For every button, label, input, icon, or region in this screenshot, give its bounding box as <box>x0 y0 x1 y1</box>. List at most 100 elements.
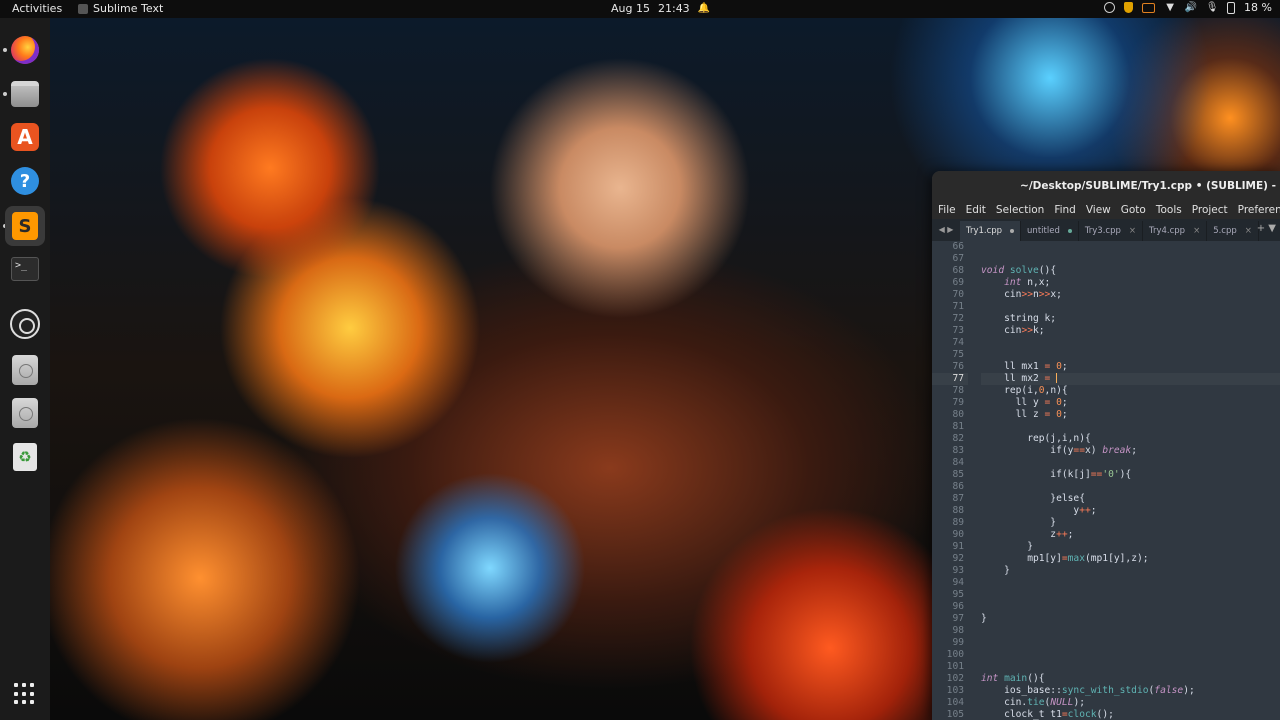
obs-tray-icon[interactable] <box>1104 2 1116 13</box>
code-line[interactable] <box>981 337 1280 349</box>
line-number: 72 <box>952 313 964 324</box>
dock-disk-2[interactable] <box>5 393 45 433</box>
bell-icon: 🔔 <box>697 3 710 14</box>
volume-icon[interactable]: 🔊 <box>1185 1 1197 14</box>
code-line[interactable]: int n,x; <box>981 277 1280 289</box>
unsaved-dot-icon[interactable] <box>1067 229 1072 233</box>
code-line[interactable] <box>981 601 1280 613</box>
menu-goto[interactable]: Goto <box>1121 202 1146 219</box>
line-number: 101 <box>946 661 964 672</box>
code-line[interactable] <box>981 589 1280 601</box>
line-number: 84 <box>952 457 964 468</box>
code-line[interactable]: }else{ <box>981 493 1280 505</box>
code-line[interactable]: } <box>981 613 1280 625</box>
tab-try4[interactable]: Try4.cpp × <box>1143 221 1208 241</box>
menu-project[interactable]: Project <box>1192 202 1228 219</box>
code-line[interactable]: if(y==x) break; <box>981 445 1280 457</box>
menu-file[interactable]: File <box>938 202 956 219</box>
tab-label: 5.cpp <box>1213 226 1237 236</box>
code-line[interactable]: y++; <box>981 505 1280 517</box>
tab-actions[interactable]: + ▼ <box>1257 223 1276 234</box>
activities-button[interactable]: Activities <box>12 2 62 15</box>
code-editor[interactable]: 66 67 68 69 70 71 72 73 74 75 76 77 78 79 80 81 82 83 84 85… <box>932 241 1280 720</box>
mic-muted-icon[interactable]: 🎙 <box>1206 1 1219 14</box>
line-number: 67 <box>952 253 964 264</box>
unsaved-dot-icon[interactable] <box>1010 229 1015 233</box>
trash-icon: ♻ <box>13 443 37 471</box>
code-line[interactable]: int main(){ <box>981 673 1280 685</box>
tab-5[interactable]: 5.cpp × <box>1207 221 1259 241</box>
clock[interactable]: Aug 15 21:43 🔔 <box>611 2 710 15</box>
code-line[interactable] <box>981 457 1280 469</box>
code-line[interactable]: ll mx1 = 0; <box>981 361 1280 373</box>
dock-disk-1[interactable] <box>5 350 45 390</box>
code-line[interactable] <box>981 637 1280 649</box>
system-tray[interactable]: ▼ 🔊 🎙 18 % <box>1104 1 1272 14</box>
code-line[interactable]: mp1[y]=max(mp1[y],z); <box>981 553 1280 565</box>
battery-icon[interactable] <box>1227 1 1236 14</box>
code-line[interactable] <box>981 301 1280 313</box>
top-bar: Activities Sublime Text Aug 15 21:43 🔔 ▼… <box>0 0 1280 18</box>
tab-scroll-arrows[interactable]: ◀ ▶ <box>932 219 960 241</box>
close-icon[interactable]: × <box>1245 226 1252 236</box>
menu-find[interactable]: Find <box>1054 202 1076 219</box>
screen-share-icon[interactable] <box>1142 2 1156 13</box>
code-line[interactable]: cin>>n>>x; <box>981 289 1280 301</box>
menu-tools[interactable]: Tools <box>1156 202 1182 219</box>
dock-trash[interactable]: ♻ <box>5 437 45 477</box>
code-line[interactable]: ll z = 0; <box>981 409 1280 421</box>
close-icon[interactable]: × <box>1193 226 1200 236</box>
dock-terminal[interactable]: >_ <box>5 249 45 289</box>
tab-untitled[interactable]: untitled <box>1021 221 1079 241</box>
code-line[interactable]: clock_t t1=clock(); <box>981 709 1280 720</box>
dock-files[interactable] <box>5 74 45 114</box>
dock-sublime[interactable]: S <box>5 206 45 246</box>
code-line[interactable]: } <box>981 541 1280 553</box>
code-line[interactable] <box>981 241 1280 253</box>
code-line[interactable]: ll mx2 = <box>981 373 1280 385</box>
code-line[interactable] <box>981 649 1280 661</box>
code-line[interactable]: } <box>981 517 1280 529</box>
code-line[interactable] <box>981 661 1280 673</box>
code-line[interactable]: cin>>k; <box>981 325 1280 337</box>
code-line[interactable]: cin.tie(NULL); <box>981 697 1280 709</box>
line-number: 79 <box>952 397 964 408</box>
line-number: 88 <box>952 505 964 516</box>
show-applications-button[interactable] <box>5 674 45 714</box>
app-menu[interactable]: Sublime Text <box>78 2 163 15</box>
code-line[interactable] <box>981 253 1280 265</box>
obs-icon <box>10 309 40 339</box>
code-line[interactable]: rep(j,i,n){ <box>981 433 1280 445</box>
code-line[interactable] <box>981 481 1280 493</box>
code-line[interactable] <box>981 349 1280 361</box>
code-line[interactable]: string k; <box>981 313 1280 325</box>
line-number: 90 <box>952 529 964 540</box>
dock-obs[interactable] <box>5 304 45 344</box>
line-number: 66 <box>952 241 964 252</box>
code-line[interactable]: if(k[j]=='0'){ <box>981 469 1280 481</box>
tab-try3[interactable]: Try3.cpp × <box>1079 221 1144 241</box>
code-line[interactable]: } <box>981 565 1280 577</box>
menu-selection[interactable]: Selection <box>996 202 1044 219</box>
code-line[interactable]: ios_base::sync_with_stdio(false); <box>981 685 1280 697</box>
window-title[interactable]: ~/Desktop/SUBLIME/Try1.cpp • (SUBLIME) - <box>932 171 1280 202</box>
code-line[interactable]: ll y = 0; <box>981 397 1280 409</box>
code-line[interactable] <box>981 577 1280 589</box>
code-line[interactable] <box>981 421 1280 433</box>
code-line[interactable]: rep(i,0,n){ <box>981 385 1280 397</box>
dock-firefox[interactable] <box>5 30 45 70</box>
close-icon[interactable]: × <box>1129 226 1136 236</box>
line-number: 83 <box>952 445 964 456</box>
menu-edit[interactable]: Edit <box>966 202 986 219</box>
dock-software[interactable]: A <box>5 117 45 157</box>
code-line[interactable]: void solve(){ <box>981 265 1280 277</box>
wifi-icon[interactable]: ▼ <box>1164 1 1176 14</box>
shield-icon[interactable] <box>1124 2 1134 13</box>
menu-view[interactable]: View <box>1086 202 1111 219</box>
menu-preferences[interactable]: Preferences <box>1238 202 1280 219</box>
code-line[interactable] <box>981 625 1280 637</box>
dock-help[interactable]: ? <box>5 161 45 201</box>
tab-try1[interactable]: Try1.cpp <box>960 221 1022 241</box>
code-area[interactable]: void solve(){ int n,x; cin>>n>>x; string… <box>981 241 1280 720</box>
code-line[interactable]: z++; <box>981 529 1280 541</box>
